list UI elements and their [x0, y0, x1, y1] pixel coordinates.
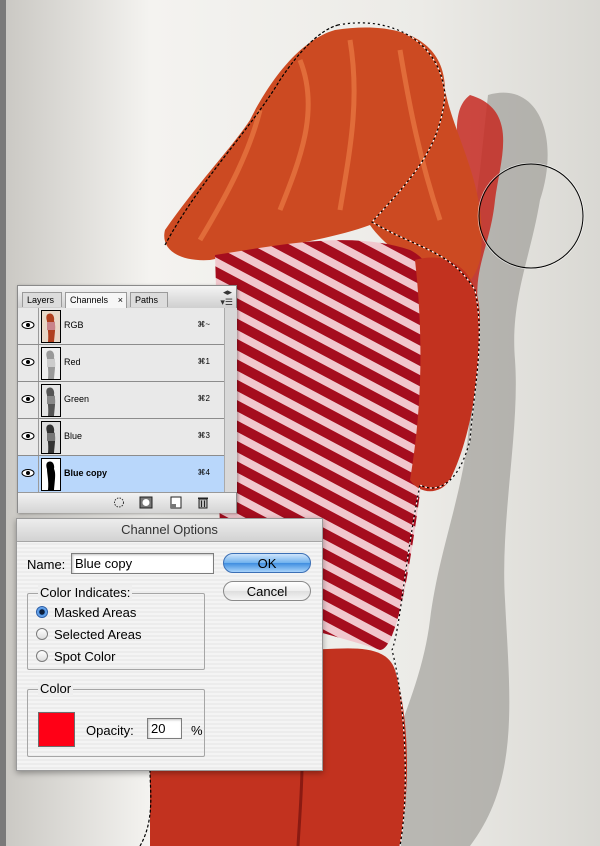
channel-row-rgb[interactable]: RGB ⌘~: [18, 308, 224, 345]
channel-thumbnail: [41, 347, 61, 380]
channel-shortcut: ⌘4: [197, 468, 210, 477]
visibility-toggle[interactable]: [18, 308, 39, 344]
ok-button[interactable]: OK: [223, 553, 311, 573]
cancel-button[interactable]: Cancel: [223, 581, 311, 601]
tab-channels-label: Channels: [70, 295, 109, 305]
channel-row-green[interactable]: Green ⌘2: [18, 382, 224, 419]
trash-icon[interactable]: [196, 496, 210, 509]
radio-label: Masked Areas: [54, 605, 137, 620]
channel-row-red[interactable]: Red ⌘1: [18, 345, 224, 382]
tab-paths[interactable]: Paths: [130, 292, 168, 307]
radio-button[interactable]: [36, 650, 48, 662]
eye-icon: [21, 432, 35, 440]
eye-icon: [21, 321, 35, 329]
channel-row-blue-copy[interactable]: Blue copy ⌘4: [18, 456, 224, 493]
radio-button[interactable]: [36, 606, 48, 618]
channel-list: RGB ⌘~ Red ⌘1 Green ⌘2 Blue ⌘3 Blue copy…: [18, 308, 224, 493]
channels-palette: Layers Channels × Paths ◂▸ ▾☰ RGB ⌘~ Red…: [17, 285, 237, 513]
new-channel-icon[interactable]: [169, 496, 183, 509]
tab-close-icon[interactable]: ×: [118, 293, 123, 308]
radio-button[interactable]: [36, 628, 48, 640]
color-legend: Color: [38, 681, 74, 696]
palette-menu-icon[interactable]: ▾☰: [220, 297, 233, 308]
radio-label: Selected Areas: [54, 627, 142, 642]
channel-thumbnail: [41, 421, 61, 454]
left-edge-strip: [0, 0, 6, 846]
palette-scrollbar[interactable]: [224, 308, 237, 492]
visibility-toggle[interactable]: [18, 419, 39, 455]
channel-thumbnail: [41, 458, 61, 491]
tab-channels[interactable]: Channels ×: [65, 292, 127, 308]
channel-name: Red: [64, 357, 81, 367]
tab-paths-label: Paths: [135, 295, 159, 305]
tab-layers-label: Layers: [27, 295, 55, 305]
load-selection-icon[interactable]: [112, 496, 126, 509]
channel-name: Blue: [64, 431, 83, 441]
color-swatch[interactable]: [38, 712, 75, 747]
visibility-toggle[interactable]: [18, 382, 39, 418]
color-group: Color Opacity: %: [27, 681, 205, 757]
color-indicates-group: Color Indicates: Masked Areas Selected A…: [27, 585, 205, 670]
visibility-toggle[interactable]: [18, 456, 39, 492]
palette-footer: [18, 492, 236, 513]
channel-thumbnail: [41, 384, 61, 417]
channel-shortcut: ⌘1: [197, 357, 210, 366]
channel-shortcut: ⌘~: [197, 320, 210, 329]
save-selection-icon[interactable]: [139, 496, 153, 509]
tab-layers[interactable]: Layers: [22, 292, 62, 307]
eye-icon: [21, 395, 35, 403]
name-label: Name:: [27, 557, 66, 572]
channel-shortcut: ⌘3: [197, 431, 210, 440]
channel-name-input[interactable]: [71, 553, 214, 574]
radio-label: Spot Color: [54, 649, 116, 664]
channel-name: RGB: [64, 320, 84, 330]
palette-tabbar: Layers Channels × Paths ◂▸ ▾☰: [18, 286, 236, 309]
channel-shortcut: ⌘2: [197, 394, 210, 403]
opacity-input[interactable]: [147, 718, 182, 739]
channel-options-dialog: Channel Options Name: OK Cancel Color In…: [16, 518, 323, 771]
color-indicates-legend: Color Indicates:: [38, 585, 133, 600]
channel-thumbnail: [41, 310, 61, 343]
channel-name: Blue copy: [64, 468, 108, 478]
dialog-title: Channel Options: [17, 519, 322, 542]
channel-row-blue[interactable]: Blue ⌘3: [18, 419, 224, 456]
visibility-toggle[interactable]: [18, 345, 39, 381]
channel-name: Green: [64, 394, 90, 404]
eye-icon: [21, 469, 35, 477]
eye-icon: [21, 358, 35, 366]
percent-label: %: [191, 723, 203, 738]
opacity-label: Opacity:: [86, 723, 134, 738]
